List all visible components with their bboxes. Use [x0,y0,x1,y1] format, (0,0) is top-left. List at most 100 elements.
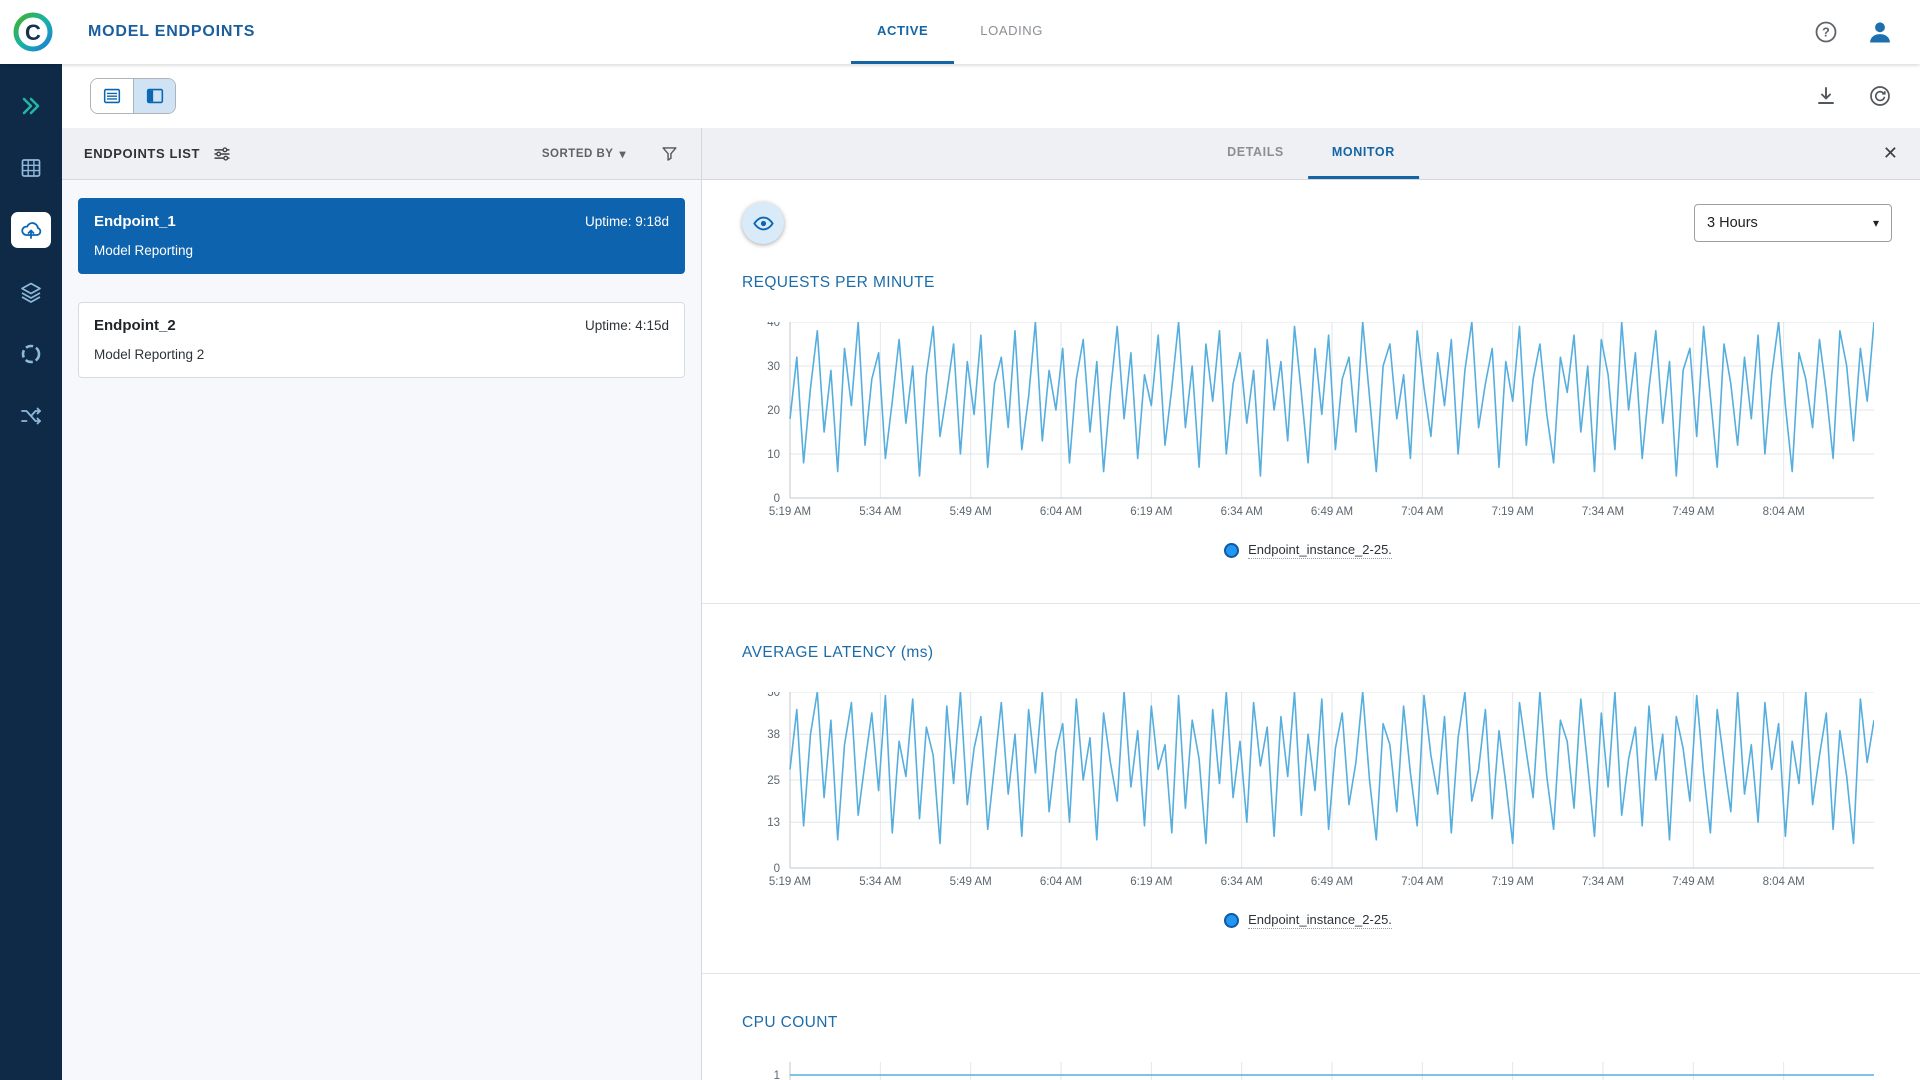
app-logo-icon[interactable]: C [10,9,56,55]
svg-text:7:19 AM: 7:19 AM [1492,876,1534,888]
endpoint-card[interactable]: Endpoint_1 Uptime: 9:18d Model Reporting [78,198,685,274]
list-view-button[interactable] [91,79,133,113]
time-range-value: 3 Hours [1707,215,1758,231]
endpoint-subtitle: Model Reporting 2 [94,347,205,362]
svg-text:6:19 AM: 6:19 AM [1130,506,1172,518]
tab-details[interactable]: DETAILS [1203,128,1308,179]
svg-text:5:34 AM: 5:34 AM [859,506,901,518]
shuffle-icon [21,407,41,425]
svg-text:7:49 AM: 7:49 AM [1672,876,1714,888]
view-mode-toggle [90,78,176,114]
svg-text:6:19 AM: 6:19 AM [1130,876,1172,888]
cpu-count-chart[interactable]: 1 [742,1062,1874,1080]
svg-text:6:34 AM: 6:34 AM [1221,506,1263,518]
endpoints-panel: ENDPOINTS LIST SORTED BY ▾ Endpoint_1 Up… [62,128,702,1080]
endpoints-panel-header: ENDPOINTS LIST SORTED BY ▾ [62,128,701,180]
svg-text:5:49 AM: 5:49 AM [950,876,992,888]
auto-refresh-icon [1870,86,1890,106]
tab-active[interactable]: ACTIVE [851,0,955,64]
legend-label[interactable]: Endpoint_instance_2-25. [1248,542,1392,559]
endpoints-list: Endpoint_1 Uptime: 9:18d Model Reporting… [62,180,701,396]
average-latency-chart[interactable]: 0 13 25 38 50 5:19 AM 5:34 AM 5:49 AM 6:04 AM 6:1… [742,687,1875,892]
time-range-select[interactable]: 3 Hours ▾ [1694,204,1892,242]
topbar: C MODEL ENDPOINTS ACTIVE LOADING ? [0,0,1920,64]
svg-text:6:49 AM: 6:49 AM [1311,876,1353,888]
sorted-by-dropdown[interactable]: SORTED BY ▾ [542,147,626,161]
chart-title: CPU COUNT [742,1014,838,1031]
svg-text:13: 13 [767,817,780,829]
svg-text:25: 25 [767,775,780,787]
rail-item-model-endpoints[interactable] [11,212,51,248]
auto-refresh-button[interactable] [1868,84,1892,108]
svg-text:7:04 AM: 7:04 AM [1401,506,1443,518]
svg-text:6:04 AM: 6:04 AM [1040,506,1082,518]
requests-per-minute-chart[interactable]: 0 10 20 30 40 5:19 AM 5:34 AM 5:49 AM 6:04 AM 6:1… [742,317,1875,522]
segments-icon [21,344,41,364]
legend-dot-icon [1224,543,1240,558]
page-title: MODEL ENDPOINTS [88,23,256,40]
chevron-down-icon: ▾ [1872,216,1879,230]
svg-text:5:49 AM: 5:49 AM [950,506,992,518]
chart-legend: Endpoint_instance_2-25. [742,912,1874,929]
visibility-button[interactable] [742,202,784,244]
filter-button[interactable] [660,144,679,163]
rail-item-sessions[interactable] [11,88,51,124]
endpoints-list-title: ENDPOINTS LIST [84,146,201,161]
view-toolbar [62,64,1920,128]
svg-text:5:19 AM: 5:19 AM [769,506,811,518]
double-chevron-icon [22,97,40,115]
svg-text:7:19 AM: 7:19 AM [1492,506,1534,518]
svg-text:C: C [25,20,41,45]
legend-dot-icon [1224,913,1240,928]
data-grid-icon [21,159,41,177]
layers-icon [21,282,41,303]
monitor-tabs: DETAILS MONITOR [1203,128,1419,179]
user-avatar[interactable] [1866,18,1894,46]
tune-button[interactable] [212,144,232,164]
legend-label[interactable]: Endpoint_instance_2-25. [1248,912,1392,929]
rail-item-pipelines[interactable] [11,398,51,434]
svg-text:20: 20 [767,405,780,417]
endpoint-uptime: Uptime: 4:15d [584,318,669,333]
svg-text:6:49 AM: 6:49 AM [1311,506,1353,518]
svg-text:5:34 AM: 5:34 AM [859,876,901,888]
endpoint-card[interactable]: Endpoint_2 Uptime: 4:15d Model Reporting… [78,302,685,378]
svg-text:7:49 AM: 7:49 AM [1672,506,1714,518]
download-icon [1818,87,1834,104]
requests-per-minute-section: REQUESTS PER MINUTE 0 10 20 30 40 5:19 AM 5:34… [702,274,1920,559]
svg-text:30: 30 [767,361,780,373]
svg-text:5:19 AM: 5:19 AM [769,876,811,888]
svg-text:7:34 AM: 7:34 AM [1582,876,1624,888]
svg-text:0: 0 [774,493,780,505]
tab-loading[interactable]: LOADING [954,0,1069,64]
list-view-icon [103,88,121,104]
svg-text:6:04 AM: 6:04 AM [1040,876,1082,888]
average-latency-section: AVERAGE LATENCY (ms) 0 13 25 38 50 5:19 AM 5:3… [702,604,1920,929]
chart-legend: Endpoint_instance_2-25. [742,542,1874,559]
svg-text:50: 50 [767,692,780,699]
endpoint-name: Endpoint_2 [94,317,176,334]
rail-item-segments[interactable] [11,336,51,372]
svg-text:6:34 AM: 6:34 AM [1221,876,1263,888]
svg-text:40: 40 [767,322,780,329]
download-button[interactable] [1814,84,1838,108]
rail-item-layers[interactable] [11,274,51,310]
help-button[interactable]: ? [1814,20,1838,44]
svg-text:1: 1 [774,1070,780,1080]
tune-icon [214,146,230,161]
sorted-by-label: SORTED BY [541,147,614,160]
monitor-panel: DETAILS MONITOR ✕ 3 Hours ▾ REQUESTS PER… [702,128,1920,1080]
close-icon: ✕ [1882,143,1898,163]
close-panel-button[interactable]: ✕ [1883,143,1898,164]
split-view-button[interactable] [133,79,175,113]
nav-rail [0,64,62,1080]
help-icon: ? [1815,21,1837,43]
endpoint-uptime: Uptime: 9:18d [584,214,669,229]
svg-text:8:04 AM: 8:04 AM [1763,876,1805,888]
chevron-down-icon: ▾ [619,146,626,161]
tab-monitor[interactable]: MONITOR [1307,128,1419,179]
endpoint-name: Endpoint_1 [94,213,176,230]
rail-item-data[interactable] [11,150,51,186]
svg-text:7:04 AM: 7:04 AM [1401,876,1443,888]
topbar-tabs: ACTIVE LOADING [851,0,1069,64]
